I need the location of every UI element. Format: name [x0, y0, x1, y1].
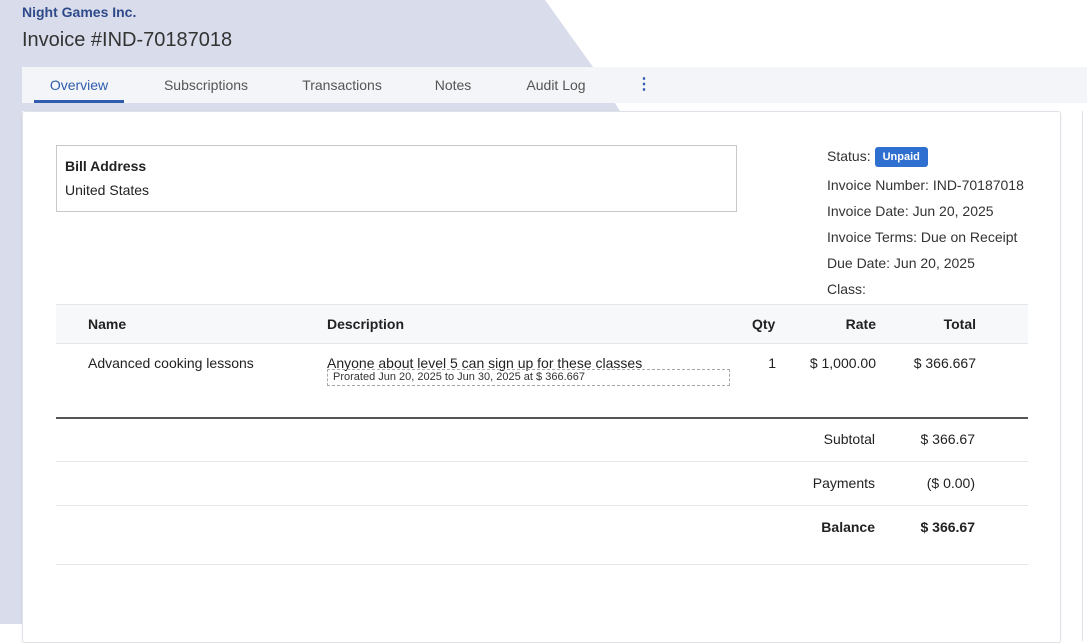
tab-overview[interactable]: Overview — [34, 67, 124, 103]
tab-bar: Overview Subscriptions Transactions Note… — [22, 67, 1087, 103]
adjacent-panel-edge — [1082, 111, 1087, 641]
tab-audit-log[interactable]: Audit Log — [520, 67, 592, 103]
column-description-header: Description — [327, 316, 405, 332]
tab-transactions[interactable]: Transactions — [298, 67, 386, 103]
status-label: Status: — [827, 148, 871, 164]
balance-label: Balance — [821, 519, 875, 535]
more-options-icon[interactable]: ⋮ — [636, 67, 652, 103]
summary-divider — [56, 417, 1028, 419]
column-total-header: Total — [943, 316, 976, 332]
column-name-header: Name — [88, 316, 127, 332]
payments-value: ($ 0.00) — [926, 475, 975, 491]
status-badge: Unpaid — [874, 147, 928, 167]
line-item-total: $ 366.667 — [913, 355, 976, 371]
due-date: Due Date: Jun 20, 2025 — [827, 255, 975, 271]
divider — [56, 564, 1028, 565]
prorate-note: Prorated Jun 20, 2025 to Jun 30, 2025 at… — [327, 369, 730, 386]
company-name: Night Games Inc. — [22, 4, 137, 20]
divider — [56, 461, 1028, 462]
payments-label: Payments — [812, 475, 875, 491]
invoice-card: Bill Address United States Status: Unpaid… — [22, 111, 1061, 643]
invoice-class: Class: — [827, 281, 866, 297]
line-items-header: Name Description Qty Rate Total — [56, 304, 1028, 344]
bill-address-box: Bill Address United States — [56, 145, 737, 212]
invoice-number: Invoice Number: IND-70187018 — [827, 177, 1024, 193]
tab-subscriptions[interactable]: Subscriptions — [158, 67, 254, 103]
line-item-name: Advanced cooking lessons — [88, 355, 254, 371]
bill-address-title: Bill Address — [65, 158, 147, 174]
bill-address-country: United States — [65, 182, 150, 198]
subtotal-value: $ 366.67 — [920, 431, 976, 447]
subtotal-label: Subtotal — [823, 431, 875, 447]
invoice-terms: Invoice Terms: Due on Receipt — [827, 229, 1018, 245]
page-title: Invoice #IND-70187018 — [22, 29, 233, 51]
divider — [56, 505, 1028, 506]
invoice-date: Invoice Date: Jun 20, 2025 — [827, 203, 994, 219]
status-row: Status: Unpaid — [827, 147, 928, 167]
balance-value: $ 366.67 — [920, 519, 976, 535]
tab-notes[interactable]: Notes — [429, 67, 477, 103]
